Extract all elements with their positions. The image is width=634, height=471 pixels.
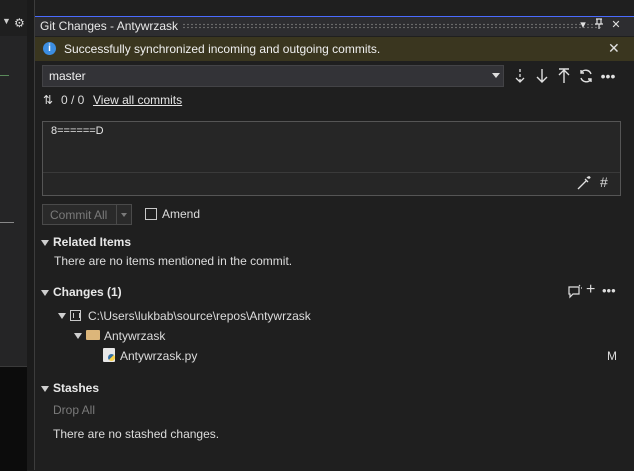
adjacent-marker [0,75,9,76]
notification-close-button[interactable]: ✕ [608,40,620,57]
incoming-outgoing-icon: ⇅ [43,93,54,107]
drag-grip[interactable] [182,23,601,29]
window-title: Git Changes - Antywrzask [40,19,179,33]
adjacent-dropdown-icon[interactable]: ▼ [2,16,11,26]
adjacent-marker [0,222,14,223]
close-icon[interactable]: ✕ [609,18,623,31]
fetch-icon[interactable] [512,68,528,87]
branch-selector[interactable]: master [42,65,504,87]
commit-message-toolbar: # [43,172,620,196]
notification-text: Successfully synchronized incoming and o… [64,42,381,56]
sync-icon[interactable] [578,68,594,87]
commit-all-label: Commit All [50,208,108,222]
gear-icon[interactable]: ⚙ [14,16,25,30]
info-icon: i [43,42,56,55]
folder-name[interactable]: Antywrzask [104,329,165,343]
collapse-icon[interactable] [74,333,82,339]
related-items-title[interactable]: Related Items [53,235,131,249]
file-status-badge: M [607,349,617,363]
commit-all-button[interactable]: Commit All [42,204,132,225]
split-divider [116,205,117,224]
stashes-empty-text: There are no stashed changes. [53,427,220,441]
branch-name: master [49,69,86,83]
stage-all-icon[interactable]: + [586,281,595,299]
more-icon[interactable]: ••• [602,283,616,298]
more-icon[interactable]: ••• [600,68,616,84]
commit-message-text[interactable]: 8======D [51,125,104,137]
python-file-icon [103,348,115,362]
collapse-icon[interactable] [41,240,49,246]
sync-counts: 0 / 0 [61,93,85,107]
stashes-title[interactable]: Stashes [53,381,99,395]
collapse-icon[interactable] [41,290,49,296]
drop-all-button[interactable]: Drop All [53,403,95,417]
pin-icon[interactable] [592,18,606,32]
adjacent-terminal-area [0,366,27,471]
generate-message-icon[interactable] [576,175,592,194]
changed-file-name[interactable]: Antywrzask.py [120,349,197,363]
tool-window-titlebar: Git Changes - Antywrzask ▾ ✕ [35,16,634,36]
pull-icon[interactable] [534,68,550,87]
amend-checkbox[interactable] [145,208,157,220]
folder-icon [86,330,100,340]
repository-icon [70,310,81,321]
notification-bar: i Successfully synchronized incoming and… [35,37,634,61]
collapse-icon[interactable] [58,313,66,319]
push-icon[interactable] [556,68,572,87]
commit-message-input[interactable]: 8======D # [42,121,621,196]
git-changes-pane: Git Changes - Antywrzask ▾ ✕ i Successfu… [34,0,634,470]
chevron-down-icon[interactable] [121,213,127,217]
collapse-icon[interactable] [41,386,49,392]
hash-icon[interactable]: # [600,174,608,190]
repo-path[interactable]: C:\Users\lukbab\source\repos\Antywrzask [88,309,311,323]
comment-icon[interactable] [567,284,583,303]
changes-title[interactable]: Changes (1) [53,285,122,299]
view-all-commits-link[interactable]: View all commits [93,93,182,107]
adjacent-pane-strip: ▼ [0,0,27,471]
window-menu-button[interactable]: ▾ [576,18,590,31]
amend-label[interactable]: Amend [162,207,200,221]
pane-divider[interactable] [27,0,34,470]
related-items-empty-text: There are no items mentioned in the comm… [54,254,293,268]
chevron-down-icon [492,73,500,78]
